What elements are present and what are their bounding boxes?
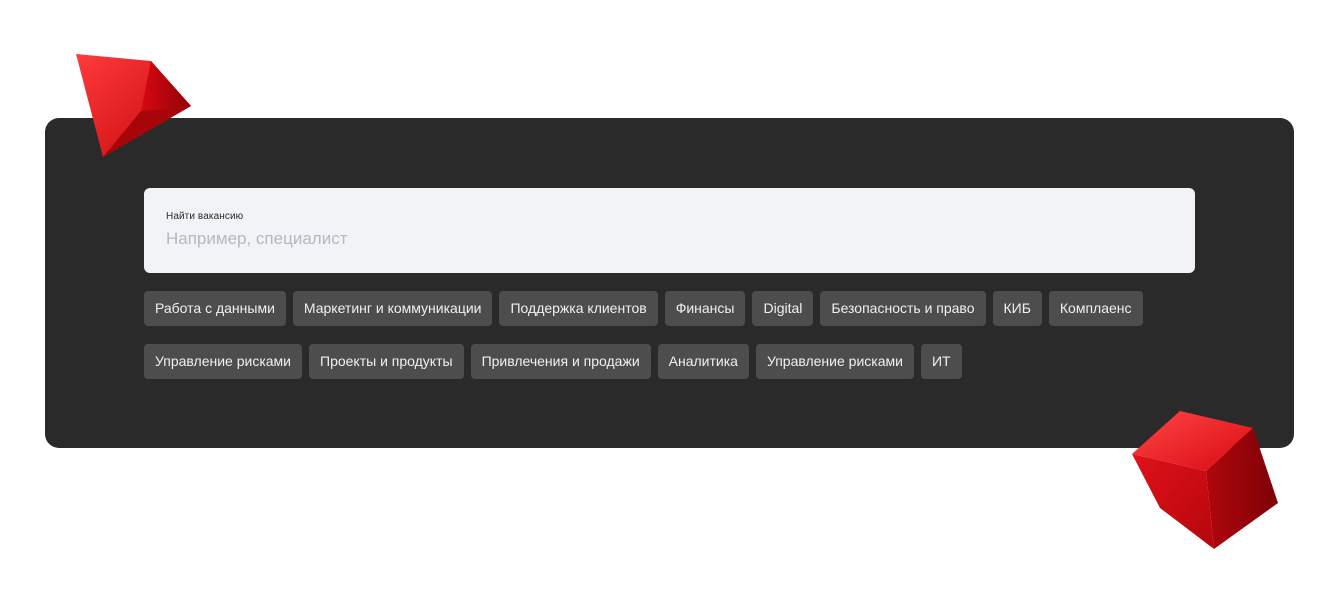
tag-sales[interactable]: Привлечения и продажи bbox=[470, 344, 651, 379]
tag-digital[interactable]: Digital bbox=[752, 291, 814, 326]
tag-it[interactable]: ИТ bbox=[920, 344, 962, 379]
vacancy-search-panel: Найти вакансию Работа с данными Маркетин… bbox=[45, 118, 1294, 448]
tag-customer-support[interactable]: Поддержка клиентов bbox=[499, 291, 658, 326]
tag-marketing[interactable]: Маркетинг и коммуникации bbox=[292, 291, 493, 326]
tag-projects-products[interactable]: Проекты и продукты bbox=[309, 344, 464, 379]
search-input[interactable] bbox=[166, 229, 1173, 249]
search-label: Найти вакансию bbox=[166, 211, 244, 222]
tag-risk-management-2[interactable]: Управление рисками bbox=[755, 344, 914, 379]
tag-data-work[interactable]: Работа с данными bbox=[144, 291, 286, 326]
tag-security-law[interactable]: Безопасность и право bbox=[820, 291, 986, 326]
red-cube-decoration-top bbox=[76, 54, 191, 157]
tag-finance[interactable]: Финансы bbox=[664, 291, 746, 326]
search-field[interactable]: Найти вакансию bbox=[144, 188, 1195, 273]
red-cube-decoration-bottom bbox=[1132, 411, 1278, 549]
category-tags-row-2: Управление рисками Проекты и продукты Пр… bbox=[144, 344, 962, 379]
page: Найти вакансию Работа с данными Маркетин… bbox=[0, 0, 1340, 591]
tag-kib[interactable]: КИБ bbox=[992, 291, 1042, 326]
category-tags-row-1: Работа с данными Маркетинг и коммуникаци… bbox=[144, 291, 1143, 326]
tag-risk-management[interactable]: Управление рисками bbox=[144, 344, 302, 379]
tag-analytics[interactable]: Аналитика bbox=[657, 344, 749, 379]
tag-compliance[interactable]: Комплаенс bbox=[1048, 291, 1143, 326]
